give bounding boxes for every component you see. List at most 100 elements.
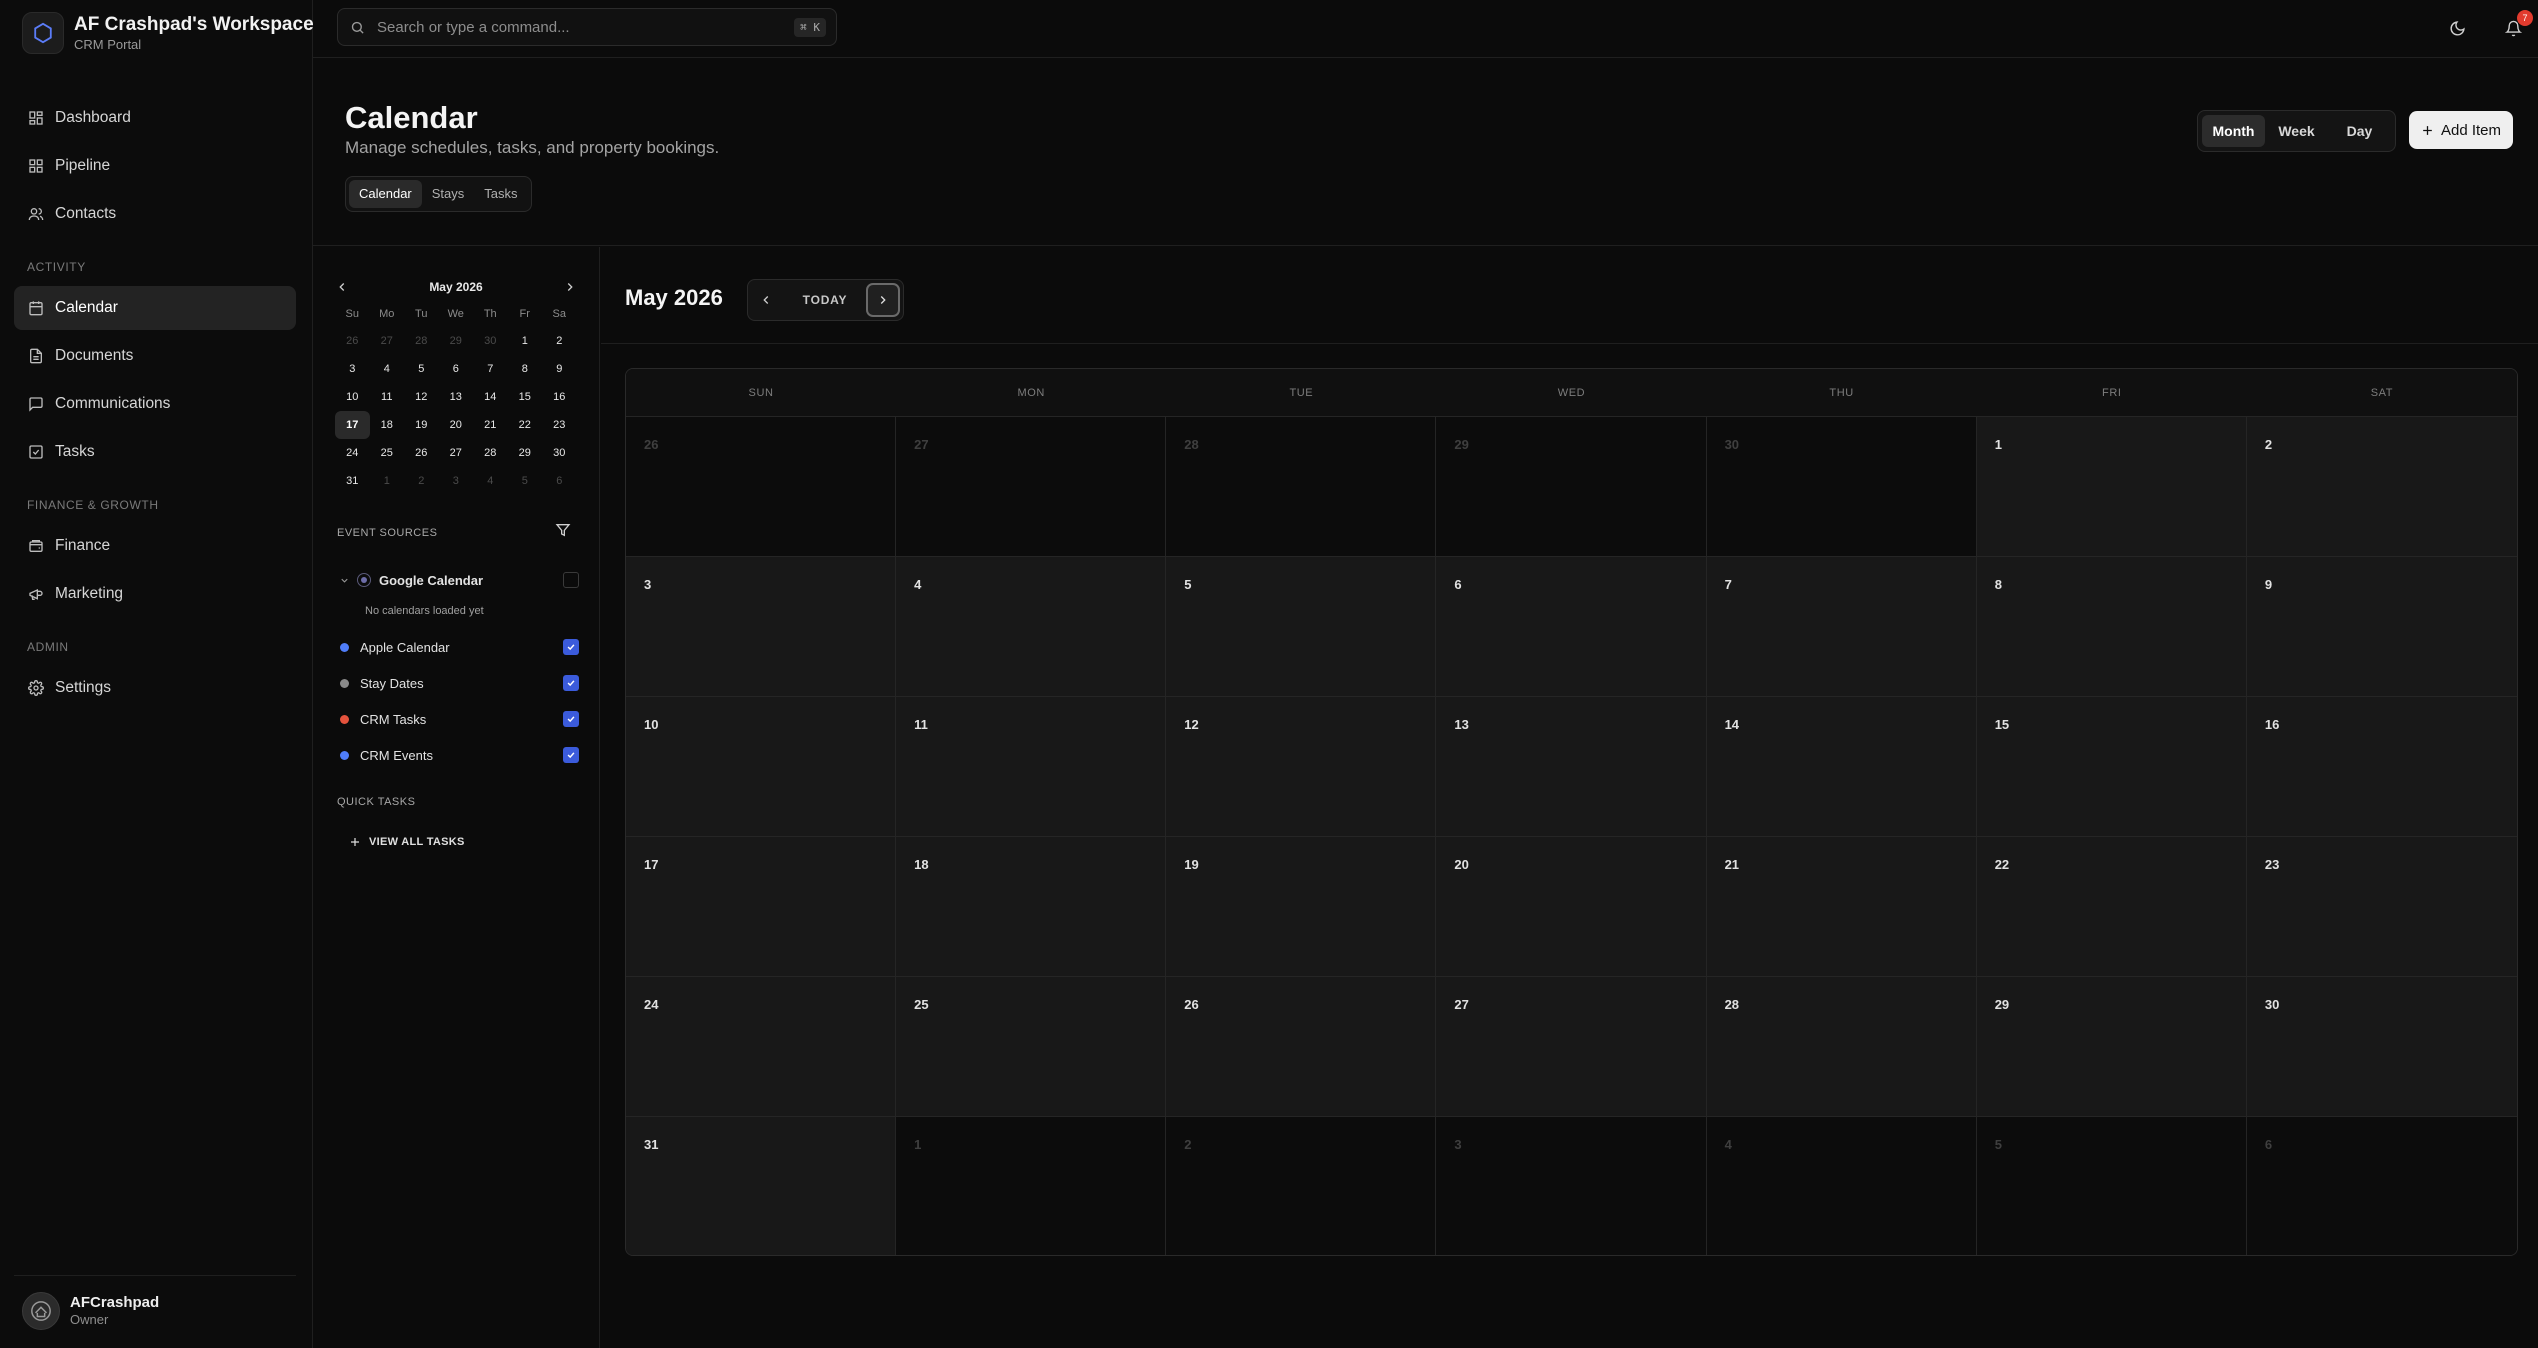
source-checkbox[interactable]: [563, 639, 579, 655]
day-cell[interactable]: 10: [626, 697, 897, 837]
day-cell[interactable]: 11: [896, 697, 1167, 837]
theme-toggle-button[interactable]: [2445, 16, 2469, 40]
mini-day[interactable]: 13: [439, 383, 474, 411]
day-cell[interactable]: 28: [1706, 977, 1977, 1117]
mini-day[interactable]: 19: [404, 411, 439, 439]
nav-marketing[interactable]: Marketing: [14, 572, 296, 616]
day-cell[interactable]: 1: [896, 1117, 1167, 1255]
filter-icon[interactable]: [555, 522, 571, 538]
workspace-switcher[interactable]: AF Crashpad's Workspace CRM Portal: [22, 12, 314, 54]
source-item[interactable]: Apple Calendar: [335, 635, 579, 659]
source-checkbox[interactable]: [563, 675, 579, 691]
search-input[interactable]: [375, 17, 795, 37]
day-cell[interactable]: 29: [1436, 417, 1707, 557]
day-cell[interactable]: 19: [1166, 837, 1437, 977]
nav-calendar[interactable]: Calendar: [14, 286, 296, 330]
day-cell[interactable]: 2: [1166, 1117, 1437, 1255]
mini-day[interactable]: 3: [439, 467, 474, 495]
mini-day[interactable]: 7: [473, 355, 508, 383]
day-cell[interactable]: 16: [2246, 697, 2517, 837]
add-item-button[interactable]: Add Item: [2409, 111, 2513, 149]
today-button[interactable]: TODAY: [784, 293, 866, 307]
command-search[interactable]: ⌘ K: [337, 8, 837, 46]
day-cell[interactable]: 26: [626, 417, 897, 557]
tab-stays[interactable]: Stays: [422, 180, 475, 208]
day-cell[interactable]: 17: [626, 837, 897, 977]
day-cell[interactable]: 8: [1976, 557, 2247, 697]
day-cell[interactable]: 25: [896, 977, 1167, 1117]
mini-day[interactable]: 16: [542, 383, 577, 411]
nav-settings[interactable]: Settings: [14, 666, 296, 710]
source-checkbox[interactable]: [563, 747, 579, 763]
day-cell[interactable]: 22: [1976, 837, 2247, 977]
view-day-button[interactable]: Day: [2328, 115, 2391, 147]
day-cell[interactable]: 1: [1976, 417, 2247, 557]
mini-day[interactable]: 28: [473, 439, 508, 467]
mini-day[interactable]: 28: [404, 327, 439, 355]
mini-day[interactable]: 1: [508, 327, 543, 355]
day-cell[interactable]: 13: [1436, 697, 1707, 837]
mini-day[interactable]: 29: [508, 439, 543, 467]
day-cell[interactable]: 27: [1436, 977, 1707, 1117]
tab-calendar[interactable]: Calendar: [349, 180, 422, 208]
mini-day[interactable]: 26: [335, 327, 370, 355]
day-cell[interactable]: 30: [2246, 977, 2517, 1117]
mini-day[interactable]: 10: [335, 383, 370, 411]
mini-day[interactable]: 15: [508, 383, 543, 411]
source-item[interactable]: CRM Events: [335, 743, 579, 767]
prev-month-button[interactable]: [748, 280, 784, 320]
mini-day[interactable]: 31: [335, 467, 370, 495]
nav-contacts[interactable]: Contacts: [14, 192, 296, 236]
mini-day[interactable]: 30: [473, 327, 508, 355]
mini-day[interactable]: 18: [370, 411, 405, 439]
day-cell[interactable]: 12: [1166, 697, 1437, 837]
nav-pipeline[interactable]: Pipeline: [14, 144, 296, 188]
mini-day[interactable]: 5: [508, 467, 543, 495]
tab-tasks[interactable]: Tasks: [474, 180, 527, 208]
mini-day[interactable]: 17: [335, 411, 370, 439]
day-cell[interactable]: 27: [896, 417, 1167, 557]
day-cell[interactable]: 3: [626, 557, 897, 697]
mini-day[interactable]: 11: [370, 383, 405, 411]
day-cell[interactable]: 6: [1436, 557, 1707, 697]
mini-day[interactable]: 2: [404, 467, 439, 495]
chevron-down-icon[interactable]: [339, 575, 350, 586]
mini-day[interactable]: 5: [404, 355, 439, 383]
mini-day[interactable]: 23: [542, 411, 577, 439]
mini-day[interactable]: 2: [542, 327, 577, 355]
day-cell[interactable]: 23: [2246, 837, 2517, 977]
mini-day[interactable]: 4: [370, 355, 405, 383]
nav-dashboard[interactable]: Dashboard: [14, 96, 296, 140]
mini-day[interactable]: 6: [542, 467, 577, 495]
source-google-calendar[interactable]: Google Calendar: [335, 568, 579, 592]
day-cell[interactable]: 3: [1436, 1117, 1707, 1255]
mini-day[interactable]: 9: [542, 355, 577, 383]
mini-day[interactable]: 12: [404, 383, 439, 411]
source-item[interactable]: CRM Tasks: [335, 707, 579, 731]
mini-day[interactable]: 26: [404, 439, 439, 467]
day-cell[interactable]: 21: [1706, 837, 1977, 977]
day-cell[interactable]: 24: [626, 977, 897, 1117]
view-all-tasks-link[interactable]: VIEW ALL TASKS: [349, 836, 465, 848]
source-item[interactable]: Stay Dates: [335, 671, 579, 695]
mini-day[interactable]: 4: [473, 467, 508, 495]
next-month-button[interactable]: [866, 283, 900, 317]
nav-documents[interactable]: Documents: [14, 334, 296, 378]
mini-day[interactable]: 20: [439, 411, 474, 439]
nav-finance[interactable]: Finance: [14, 524, 296, 568]
day-cell[interactable]: 20: [1436, 837, 1707, 977]
mini-day[interactable]: 6: [439, 355, 474, 383]
day-cell[interactable]: 29: [1976, 977, 2247, 1117]
day-cell[interactable]: 6: [2246, 1117, 2517, 1255]
mini-day[interactable]: 22: [508, 411, 543, 439]
day-cell[interactable]: 2: [2246, 417, 2517, 557]
chevron-right-icon[interactable]: [563, 280, 577, 294]
mini-day[interactable]: 30: [542, 439, 577, 467]
day-cell[interactable]: 4: [896, 557, 1167, 697]
day-cell[interactable]: 14: [1706, 697, 1977, 837]
day-cell[interactable]: 5: [1166, 557, 1437, 697]
mini-day[interactable]: 14: [473, 383, 508, 411]
view-month-button[interactable]: Month: [2202, 115, 2265, 147]
mini-day[interactable]: 24: [335, 439, 370, 467]
mini-day[interactable]: 25: [370, 439, 405, 467]
